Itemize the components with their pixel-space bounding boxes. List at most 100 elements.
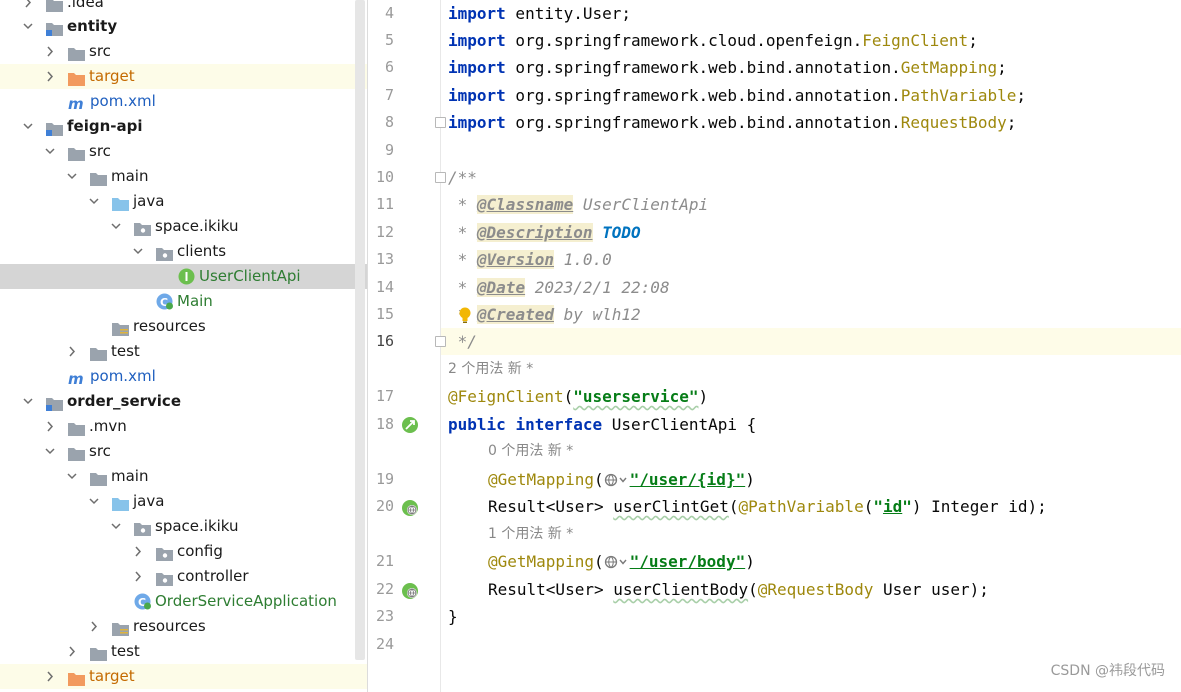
line-number[interactable]: 5 [368,27,394,54]
chevron-down-icon[interactable] [44,139,56,164]
project-tree[interactable]: .idea entity src target m pom.xml feign-api src… [0,0,367,692]
chevron-right-icon[interactable] [66,639,78,664]
code-line-23[interactable]: } [448,603,458,630]
line-number[interactable]: 9 [368,137,394,164]
tree-item-pom-xml[interactable]: m pom.xml [0,89,367,114]
tree-item-java[interactable]: java [0,489,367,514]
tree-item-target[interactable]: target [0,664,367,689]
tree-item-main[interactable]: main [0,464,367,489]
tree-item-mvn[interactable]: .mvn [0,414,367,439]
tree-item-space-ikiku[interactable]: space.ikiku [0,514,367,539]
line-number[interactable]: 18 [368,411,394,438]
tree-item-userclientapi[interactable]: UserClientApi [0,264,367,289]
code-line-18[interactable]: public interface UserClientApi { [448,411,756,438]
tree-item-idea[interactable]: .idea [0,0,367,15]
tree-item-main[interactable]: C Main [0,289,367,314]
chevron-right-icon[interactable] [132,539,144,564]
line-number[interactable]: 23 [368,603,394,630]
chevron-right-icon[interactable] [44,64,56,89]
tree-item-pom-xml[interactable]: m pom.xml [0,364,367,389]
chevron-down-icon[interactable] [132,239,144,264]
chevron-down-icon[interactable] [22,389,34,414]
usage-hint-interface[interactable]: 2 个用法 新 * [448,356,533,383]
chevron-down-icon[interactable] [44,439,56,464]
tree-item-java[interactable]: java [0,189,367,214]
tree-item-test[interactable]: test [0,639,367,664]
chevron-right-icon[interactable] [88,614,100,639]
line-number[interactable]: 8 [368,109,394,136]
tree-item-resources[interactable]: resources [0,314,367,339]
tree-item-target[interactable]: target [0,64,367,89]
chevron-down-icon[interactable] [66,164,78,189]
tree-item-orderserviceapplication[interactable]: C OrderServiceApplication [0,589,367,614]
bulb-icon[interactable] [458,307,472,329]
tree-item-src[interactable]: src [0,439,367,464]
web-endpoint-icon[interactable] [401,582,419,604]
code-line-11[interactable]: * @Classname UserClientApi [448,191,708,218]
tree-item-src[interactable]: src [0,39,367,64]
code-line-12[interactable]: * @Description TODO [448,219,641,246]
line-number[interactable]: 11 [368,191,394,218]
line-number[interactable]: 15 [368,301,394,328]
usage-hint-body[interactable]: 1 个用法 新 * [488,521,573,548]
code-line-16[interactable]: */ [448,328,477,355]
chevron-down-icon[interactable] [110,514,122,539]
tree-item-resources[interactable]: resources [0,614,367,639]
code-line-10[interactable]: /** [448,164,477,191]
tree-item-clients[interactable]: clients [0,239,367,264]
code-line-22[interactable]: Result<User> userClientBody(@RequestBody… [488,576,989,603]
line-number[interactable]: 22 [368,576,394,603]
code-line-4[interactable]: import entity.User; [448,0,631,27]
fold-marker[interactable] [435,336,446,347]
line-number[interactable]: 16 [368,328,394,355]
code-line-17[interactable]: @FeignClient("userservice") [448,383,708,410]
usage-hint-get[interactable]: 0 个用法 新 * [488,438,573,465]
code-line-15[interactable]: * @Created by wlh12 [448,301,641,328]
web-endpoint-inline-icon[interactable] [604,550,630,577]
chevron-down-icon[interactable] [66,464,78,489]
tree-item-test[interactable]: test [0,339,367,364]
chevron-down-icon[interactable] [22,14,34,39]
chevron-right-icon[interactable] [44,414,56,439]
line-number[interactable]: 21 [368,548,394,575]
chevron-right-icon[interactable] [132,564,144,589]
line-number[interactable]: 17 [368,383,394,410]
chevron-down-icon[interactable] [22,114,34,139]
tree-item-controller[interactable]: controller [0,564,367,589]
tree-item-entity[interactable]: entity [0,14,367,39]
tree-item-src[interactable]: src [0,139,367,164]
project-tree-scrollbar[interactable] [355,0,365,660]
line-number[interactable]: 13 [368,246,394,273]
chevron-down-icon[interactable] [88,189,100,214]
line-number[interactable]: 19 [368,466,394,493]
web-endpoint-inline-icon[interactable] [604,468,630,495]
tree-item-main[interactable]: main [0,164,367,189]
chevron-right-icon[interactable] [44,664,56,689]
line-number[interactable]: 4 [368,0,394,27]
web-endpoint-icon[interactable] [401,499,419,521]
tree-item-feign-api[interactable]: feign-api [0,114,367,139]
line-number[interactable]: 7 [368,82,394,109]
code-line-5[interactable]: import org.springframework.cloud.openfei… [448,27,978,54]
code-line-6[interactable]: import org.springframework.web.bind.anno… [448,54,1007,81]
code-line-21[interactable]: @GetMapping("/user/body") [488,548,755,575]
code-line-7[interactable]: import org.springframework.web.bind.anno… [448,82,1026,109]
code-line-14[interactable]: * @Date 2023/2/1 22:08 [448,274,670,301]
line-number[interactable]: 6 [368,54,394,81]
code-line-13[interactable]: * @Version 1.0.0 [448,246,612,273]
line-number[interactable]: 12 [368,219,394,246]
chevron-down-icon[interactable] [110,214,122,239]
chevron-down-icon[interactable] [88,489,100,514]
chevron-right-icon[interactable] [44,39,56,64]
tree-item-order-service[interactable]: order_service [0,389,367,414]
tree-item-config[interactable]: config [0,539,367,564]
line-number[interactable]: 24 [368,631,394,658]
line-number[interactable]: 10 [368,164,394,191]
tree-item-space-ikiku[interactable]: space.ikiku [0,214,367,239]
feign-interface-icon[interactable] [401,416,419,438]
line-number[interactable]: 14 [368,274,394,301]
chevron-right-icon[interactable] [66,339,78,364]
fold-marker[interactable] [435,172,446,183]
fold-marker[interactable] [435,117,446,128]
chevron-right-icon[interactable] [22,0,34,15]
